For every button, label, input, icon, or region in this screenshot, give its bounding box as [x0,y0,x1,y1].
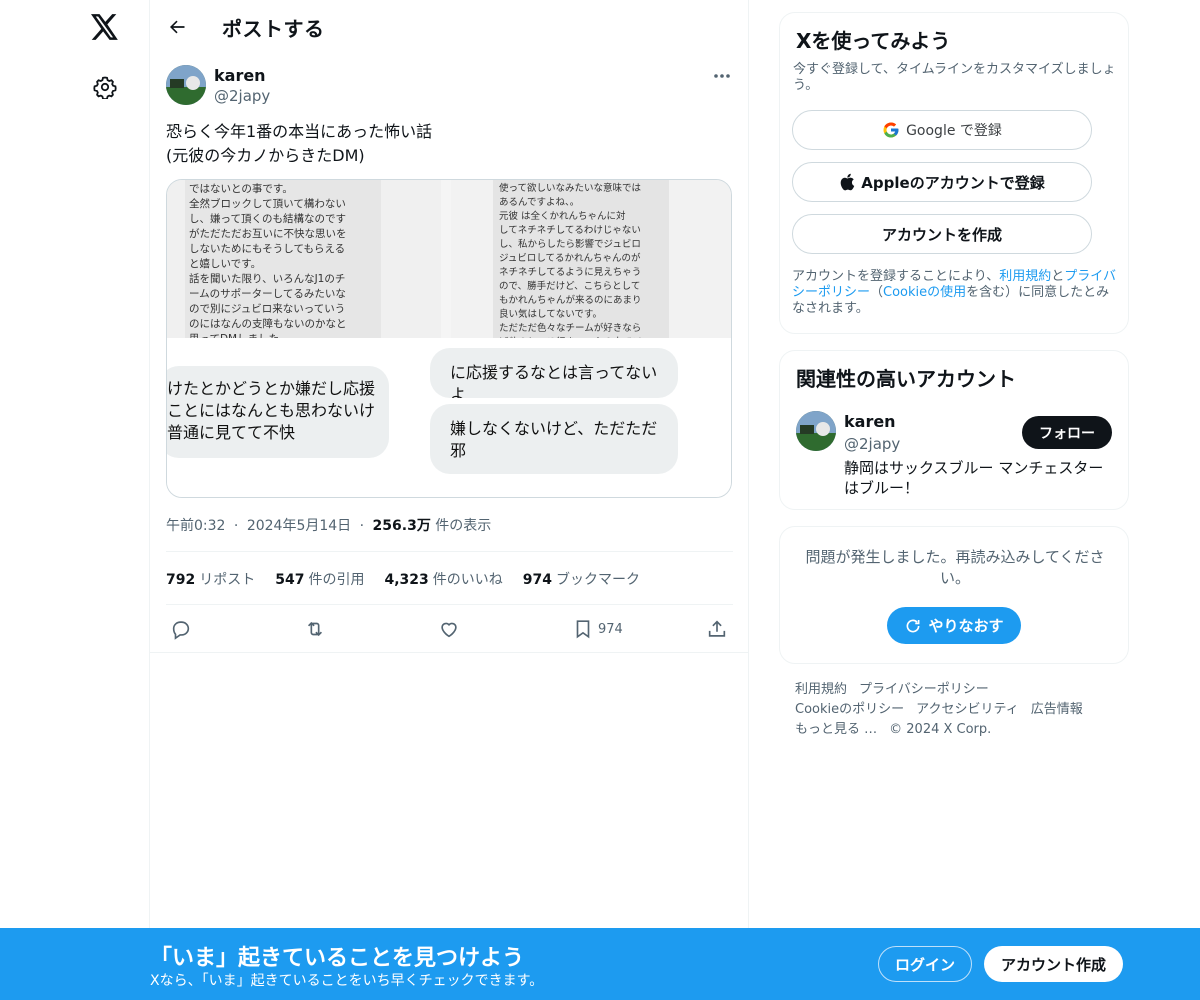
media-screenshot-top-left: ではないとの事です。 全然ブロックして頂いて構わない し、嫌って頂くのも結構なの… [167,180,441,338]
arrow-left-icon[interactable] [166,16,188,38]
retry-button[interactable]: やりなおす [887,607,1021,644]
share-icon[interactable] [706,617,728,641]
likes-stat[interactable]: 4,323 件のいいね [384,569,502,589]
page-title: ポストする [222,16,325,41]
likes-label: 件のいいね [432,572,503,588]
footer-accessibility-link[interactable]: アクセシビリティ [916,702,1019,717]
legal-text-part: と [1051,269,1065,284]
tweet-meta: 午前0:32 · 2024年5月14日 · 256.3万 件の表示 [166,515,491,535]
related-account-name[interactable]: karen [844,412,896,431]
heart-icon[interactable] [438,617,460,641]
cookie-link[interactable]: Cookieの使用 [883,285,966,300]
tweet-text: 恐らく今年1番の本当にあった怖い話 (元彼の今カノからきたDM) [166,122,433,165]
retry-label: やりなおす [928,617,1004,635]
related-accounts-card: 関連性の高いアカウント karen @2japy 静岡はサックスブルー マンチェ… [779,350,1129,510]
tweet-time[interactable]: 午前0:32 [166,518,225,534]
tweet-date[interactable]: 2024年5月14日 [247,518,351,534]
signup-title: Xを使ってみよう [796,29,951,53]
refresh-icon [904,617,922,635]
media-screenshot-bottom-left: けたとかどうとか嫌だし応援 ことにはなんとも思わないけ 普通に見てて不快 [167,338,450,497]
bookmarks-stat[interactable]: 974 ブックマーク [523,569,640,589]
footer-links: 利用規約 プライバシーポリシー Cookieのポリシー アクセシビリティ 広告情報 も… [795,680,1115,740]
footer-more-link[interactable]: もっと見る … [795,722,877,737]
tweet-author: karen @2japy [166,64,734,108]
bookmark-count: 974 [598,621,623,637]
divider [150,652,749,653]
chat-bubble: に応援するなとは言ってないよ [430,348,678,398]
signup-button[interactable]: アカウント作成 [984,946,1123,982]
more-horizontal-icon[interactable] [710,66,734,86]
google-signup-label: Google で登録 [906,123,1002,139]
author-handle[interactable]: @2japy [214,87,270,105]
login-banner: 「いま」起きていることを見つけよう Xなら、「いま」起きていることをいち早くチェ… [0,928,1200,1000]
quotes-count: 547 [275,572,305,588]
tweet-media[interactable]: ではないとの事です。 全然ブロックして頂いて構わない し、嫌って頂くのも結構なの… [166,179,732,498]
terms-link[interactable]: 利用規約 [999,269,1051,284]
views-label: 件の表示 [435,518,492,534]
tweet-stats: 792 リポスト 547 件の引用 4,323 件のいいね 974 ブックマーク [166,569,660,589]
footer-terms-link[interactable]: 利用規約 [795,682,847,697]
x-logo-icon[interactable] [90,12,120,42]
signup-card: Xを使ってみよう 今すぐ登録して、タイムラインをカスタマイズしましょう。 Goo… [779,12,1129,334]
footer-privacy-link[interactable]: プライバシーポリシー [859,682,989,697]
tweet-actions: 974 [166,615,734,643]
error-message: 問題が発生しました。再読み込みしてください。 [805,548,1105,587]
chat-bubble: けたとかどうとか嫌だし応援 ことにはなんとも思わないけ 普通に見てて不快 [167,366,389,458]
legal-text-part: アカウントを登録することにより、 [792,269,1000,284]
login-button[interactable]: ログイン [878,946,972,982]
media-dm-text-right: 使って欲しいなみたいな意味では あるんですよね、。 元彼 は全くかれんちゃんに対… [493,180,669,338]
banner-subtext: Xなら、「いま」起きていることをいち早くチェックできます。 [150,973,544,989]
media-dm-text-left: ではないとの事です。 全然ブロックして頂いて構わない し、嫌って頂くのも結構なの… [185,180,381,338]
reposts-count: 792 [166,572,196,588]
google-signup-button[interactable]: Google で登録 [792,110,1092,150]
apple-signup-button[interactable]: Appleのアカウントで登録 [792,162,1092,202]
author-name[interactable]: karen [214,66,266,85]
bookmarks-label: ブックマーク [556,572,640,588]
google-icon [882,121,900,139]
views-count: 256.3万 [372,518,431,534]
quotes-label: 件の引用 [308,572,365,588]
bookmark-button[interactable]: 974 [572,617,623,641]
separator: · [233,518,239,534]
quotes-stat[interactable]: 547 件の引用 [275,569,364,589]
avatar[interactable] [796,411,836,451]
related-title: 関連性の高いアカウント [796,367,1016,391]
gear-icon[interactable] [90,72,120,102]
apple-icon [839,173,855,191]
likes-count: 4,323 [384,572,429,588]
main-column: ポストする karen @2japy 恐らく今年1番の本当にあった怖い話 (元彼… [150,0,749,1000]
divider [166,604,733,605]
footer-cookie-link[interactable]: Cookieのポリシー [795,702,904,717]
legal-text: アカウントを登録することにより、利用規約とプライバシーポリシー（Cookieの使… [792,269,1122,317]
repost-icon[interactable] [304,617,326,641]
divider [166,551,733,552]
reposts-stat[interactable]: 792 リポスト [166,569,255,589]
banner-headline: 「いま」起きていることを見つけよう [150,946,525,971]
legal-text-part: （ [870,285,884,300]
bookmarks-count: 974 [522,572,552,588]
media-screenshot-bottom-right: に応援するなとは言ってないよ 嫌しなくないけど、ただただ邪 [430,338,731,497]
chat-bubble: 嫌しなくないけど、ただただ邪 [430,404,678,474]
create-account-button[interactable]: アカウントを作成 [792,214,1092,254]
footer-ads-link[interactable]: 広告情報 [1031,702,1083,717]
bookmark-icon [576,620,590,639]
apple-signup-label: Appleのアカウントで登録 [861,173,1045,192]
follow-button[interactable]: フォロー [1022,416,1112,449]
reposts-label: リポスト [199,572,256,588]
error-card: 問題が発生しました。再読み込みしてください。 やりなおす [779,526,1129,664]
reply-icon[interactable] [170,617,192,641]
related-account-bio: 静岡はサックスブルー マンチェスターはブルー！ [844,459,1104,497]
related-account-handle[interactable]: @2japy [844,435,900,453]
top-bar: ポストする [150,0,748,54]
signup-subtitle: 今すぐ登録して、タイムラインをカスタマイズしましょう。 [793,62,1116,93]
left-nav [0,0,150,1000]
avatar[interactable] [166,65,206,105]
footer-copyright: © 2024 X Corp. [889,722,992,737]
media-screenshot-top-right: 使って欲しいなみたいな意味では あるんですよね、。 元彼 は全くかれんちゃんに対… [451,180,731,338]
separator: · [359,518,365,534]
